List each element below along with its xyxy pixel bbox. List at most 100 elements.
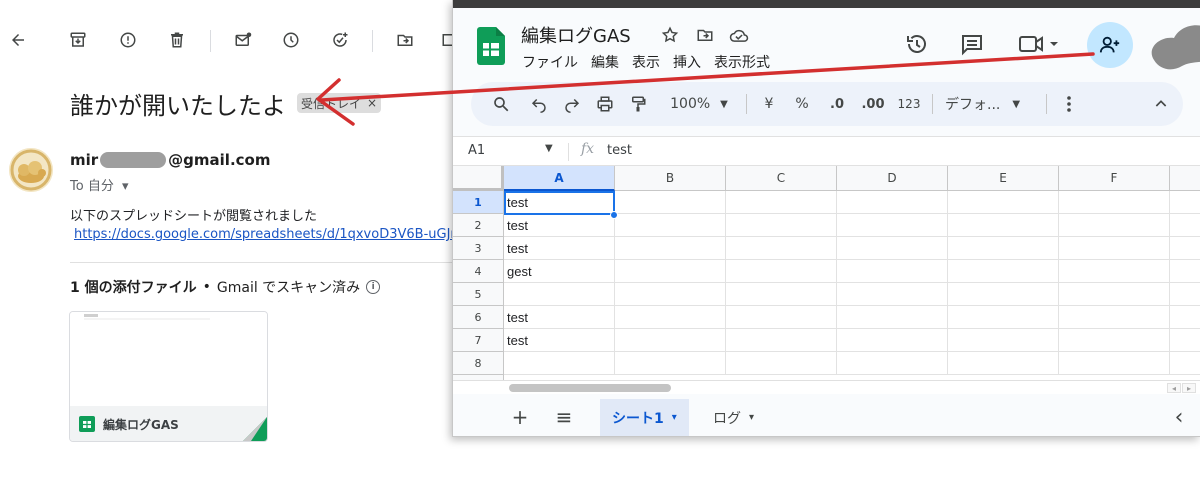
number-format-button[interactable]: 123 [895,82,923,126]
menu-insert[interactable]: 挿入 [673,52,701,72]
cell-g5[interactable] [1170,283,1200,306]
sender-avatar[interactable] [9,148,53,192]
cell-b3[interactable] [615,237,726,260]
cell-e5[interactable] [948,283,1059,306]
cell-e8[interactable] [948,352,1059,375]
column-header-f[interactable]: F [1059,166,1170,191]
more-vert-icon[interactable] [1059,82,1079,126]
cell-b5[interactable] [615,283,726,306]
comments-icon[interactable] [958,30,986,58]
menu-edit[interactable]: 編集 [591,52,619,72]
cell-e2[interactable] [948,214,1059,237]
cell-d3[interactable] [837,237,948,260]
version-history-icon[interactable] [903,30,931,58]
cell-b2[interactable] [615,214,726,237]
all-sheets-button[interactable]: ≡ [550,403,578,431]
report-spam-icon[interactable] [116,20,140,60]
share-button[interactable] [1087,22,1133,68]
cell-g7[interactable] [1170,329,1200,352]
row-header-7[interactable]: 7 [453,329,504,352]
cell-c6[interactable] [726,306,837,329]
cell-f6[interactable] [1059,306,1170,329]
cell-e3[interactable] [948,237,1059,260]
archive-icon[interactable] [66,20,90,60]
print-icon[interactable] [593,82,617,126]
cell-d4[interactable] [837,260,948,283]
cell-f3[interactable] [1059,237,1170,260]
info-icon[interactable]: i [366,280,381,294]
cell-f7[interactable] [1059,329,1170,352]
menu-view[interactable]: 表示 [632,52,660,72]
snooze-icon[interactable] [279,20,303,60]
cell-c7[interactable] [726,329,837,352]
decrease-decimal-button[interactable]: .0 [823,82,851,126]
cell-d6[interactable] [837,306,948,329]
cell-b6[interactable] [615,306,726,329]
cell-c1[interactable] [726,191,837,214]
cell-a3[interactable]: test [504,237,615,260]
add-sheet-button[interactable]: + [506,403,534,431]
cell-e1[interactable] [948,191,1059,214]
cell-g3[interactable] [1170,237,1200,260]
horizontal-scrollbar[interactable]: ◂ ▸ [453,380,1200,394]
row-header-8[interactable]: 8 [453,352,504,375]
cell-a2[interactable]: test [504,214,615,237]
add-task-icon[interactable] [328,20,352,60]
sidebar-collapse-icon[interactable]: ‹ [1165,403,1193,431]
font-select[interactable]: デフォ... ▼ [945,82,1037,126]
select-all-corner[interactable] [453,166,504,191]
cell-g1[interactable] [1170,191,1200,214]
cell-c2[interactable] [726,214,837,237]
column-header-a[interactable]: A [504,166,615,191]
cell-a6[interactable]: test [504,306,615,329]
column-header-b[interactable]: B [615,166,726,191]
cell-a8[interactable] [504,352,615,375]
cell-f5[interactable] [1059,283,1170,306]
increase-decimal-button[interactable]: .00 [858,82,888,126]
cell-b4[interactable] [615,260,726,283]
menu-format[interactable]: 表示形式 [714,52,770,72]
delete-icon[interactable] [165,20,189,60]
menu-file[interactable]: ファイル [522,52,578,72]
cell-f4[interactable] [1059,260,1170,283]
cell-e6[interactable] [948,306,1059,329]
redo-icon[interactable] [560,82,584,126]
cell-f2[interactable] [1059,214,1170,237]
cell-c8[interactable] [726,352,837,375]
chevron-down-icon[interactable]: ▼ [545,143,553,154]
row-header-6[interactable]: 6 [453,306,504,329]
scroll-left-button[interactable]: ◂ [1167,383,1181,393]
search-menus-icon[interactable] [489,82,513,126]
document-title[interactable]: 編集ログGAS [521,22,631,48]
cell-a4[interactable]: gest [504,260,615,283]
cell-e7[interactable] [948,329,1059,352]
format-percent-button[interactable]: % [792,82,812,126]
recipient-details[interactable]: To 自分 ▾ [70,175,129,194]
tab-sheet1[interactable]: シート1 ▾ [600,399,689,436]
tab-log[interactable]: ログ ▾ [701,399,766,436]
cell-f1[interactable] [1059,191,1170,214]
move-to-icon[interactable] [393,20,417,60]
row-header-1[interactable]: 1 [453,191,504,214]
cell-f8[interactable] [1059,352,1170,375]
move-folder-icon[interactable] [694,24,716,46]
star-icon[interactable] [659,24,681,46]
cell-c3[interactable] [726,237,837,260]
back-icon[interactable] [6,20,30,60]
cell-c5[interactable] [726,283,837,306]
cell-b1[interactable] [615,191,726,214]
cell-d2[interactable] [837,214,948,237]
cell-a1[interactable]: test [504,191,615,214]
cell-b7[interactable] [615,329,726,352]
format-currency-button[interactable]: ¥ [759,82,779,126]
cell-c4[interactable] [726,260,837,283]
column-header-e[interactable]: E [948,166,1059,191]
column-header-d[interactable]: D [837,166,948,191]
undo-icon[interactable] [527,82,551,126]
column-header-partial[interactable] [1170,166,1200,191]
spreadsheet-grid[interactable]: A B C D E F 1 test 2 test 3 test 4 gest 5 6 test 7 test 8 [453,166,1200,384]
cell-d8[interactable] [837,352,948,375]
mark-unread-icon[interactable] [231,20,255,60]
row-header-5[interactable]: 5 [453,283,504,306]
cell-e4[interactable] [948,260,1059,283]
